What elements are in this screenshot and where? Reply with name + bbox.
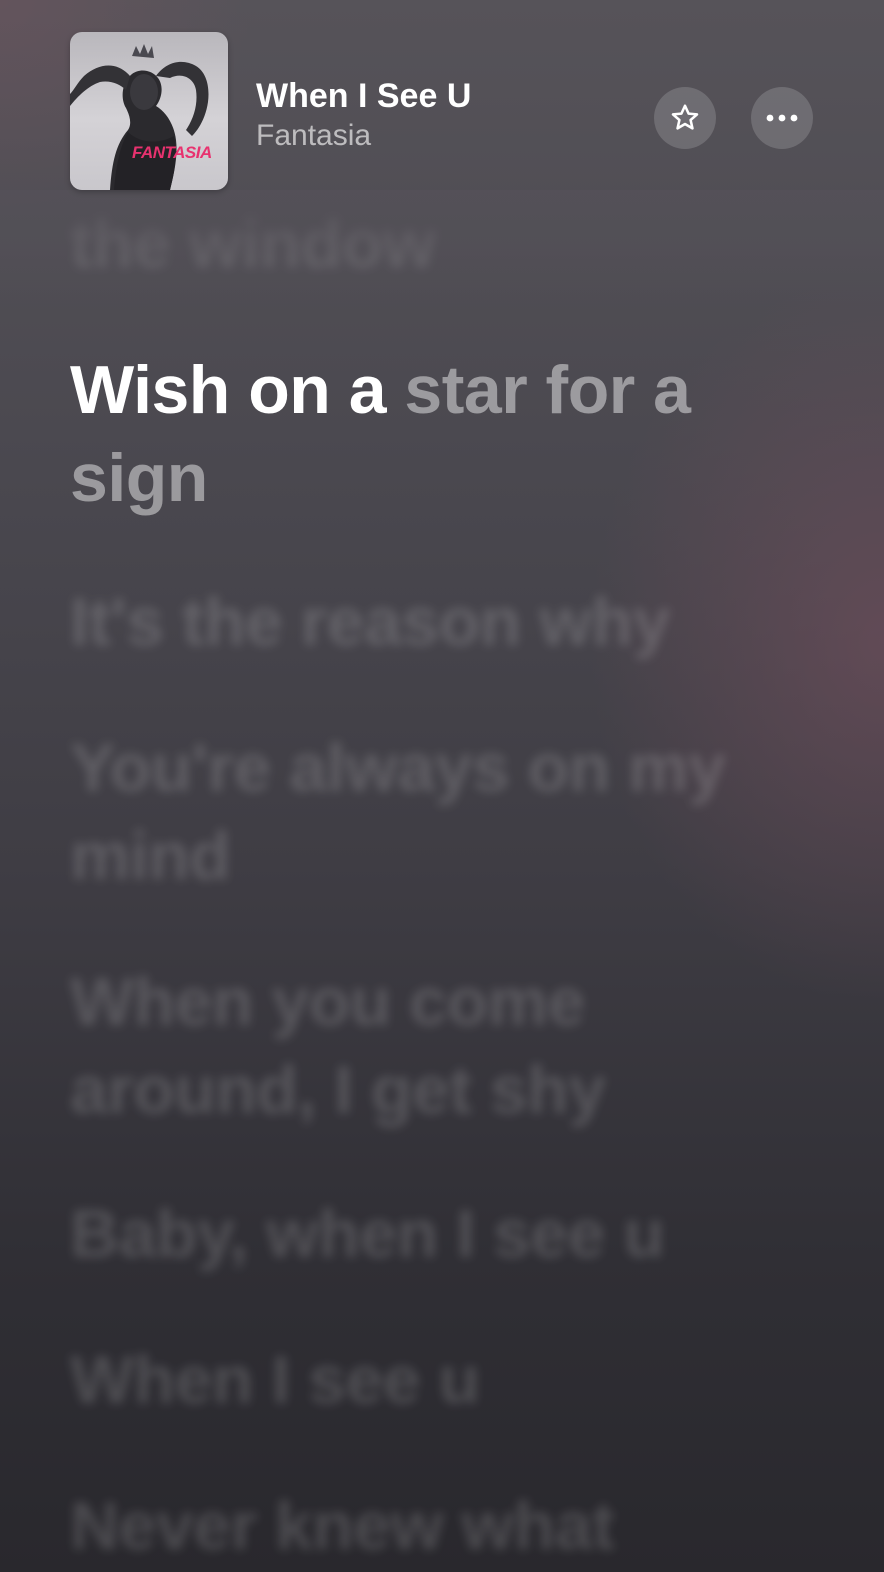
track-artist[interactable]: Fantasia [256,116,471,156]
lyric-line[interactable]: When you come around, I get shy [70,958,830,1134]
lyric-line[interactable]: Baby, when I see u [70,1190,830,1278]
album-artwork[interactable]: FANTASIA [70,32,228,190]
lyric-line-previous[interactable]: the window [70,200,830,288]
star-icon [671,104,699,130]
favorite-button[interactable] [654,87,716,149]
track-title: When I See U [256,77,472,115]
now-playing-header: FANTASIA When I See U Fantasia [70,32,814,190]
album-figure-image [70,44,209,190]
lyric-line[interactable]: When I see u [70,1336,830,1424]
track-info[interactable]: When I See U Fantasia [256,76,471,156]
more-options-button[interactable] [751,87,813,149]
lyric-line[interactable]: You're always on my mind [70,724,830,900]
lyric-line[interactable]: It's the reason why [70,578,830,666]
lyric-line[interactable]: Never knew what [70,1482,830,1570]
album-logo-text: FANTASIA [132,143,212,162]
lyric-line-current[interactable]: Wish on a star for a sign [70,346,830,522]
lyric-sung-text: Wish on a [70,352,405,428]
ellipsis-icon [766,114,798,122]
